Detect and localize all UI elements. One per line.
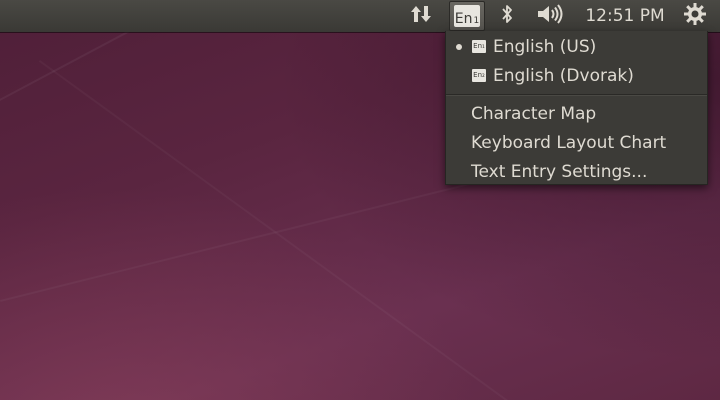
keyboard-layout-menu: En₁ English (US) En₂ English (Dvorak) Ch… — [445, 31, 708, 185]
session-indicator[interactable] — [679, 0, 711, 32]
keyboard-layout-icon: En 1 — [454, 5, 480, 27]
menu-item-keyboard-layout-chart[interactable]: Keyboard Layout Chart — [446, 130, 707, 156]
clock-time: 12:51 PM — [585, 6, 665, 26]
bluetooth-indicator[interactable] — [494, 0, 520, 32]
keyboard-indicator-index: 1 — [473, 16, 480, 26]
sound-indicator[interactable] — [533, 0, 569, 32]
clock-indicator[interactable]: 12:51 PM — [575, 0, 675, 32]
menu-item-text-entry-settings[interactable]: Text Entry Settings... — [446, 159, 707, 185]
keyboard-layout-indicator[interactable]: En 1 — [448, 0, 486, 32]
volume-icon — [536, 3, 566, 29]
menu-item-label: English (US) — [493, 37, 597, 57]
keyboard-indicator-highlight: En 1 — [449, 1, 485, 31]
menu-separator — [446, 94, 707, 95]
menu-item-label: Text Entry Settings... — [471, 162, 648, 182]
wallpaper-streak — [0, 174, 506, 302]
network-indicator[interactable] — [404, 0, 438, 32]
bluetooth-icon — [500, 3, 514, 29]
keyboard-indicator-base: En — [454, 11, 473, 27]
layout-badge-icon: En₂ — [472, 69, 486, 82]
menu-item-character-map[interactable]: Character Map — [446, 101, 707, 127]
menu-item-label: Character Map — [471, 104, 597, 124]
network-transfer-icon — [410, 4, 432, 28]
menu-item-english-dvorak[interactable]: En₂ English (Dvorak) — [446, 63, 707, 89]
menu-item-label: English (Dvorak) — [493, 66, 634, 86]
selected-radio-indicator — [456, 44, 462, 50]
top-panel: En 1 12:51 PM — [0, 0, 720, 32]
menu-item-label: Keyboard Layout Chart — [471, 133, 667, 153]
layout-badge-icon: En₁ — [472, 40, 486, 53]
menu-item-english-us[interactable]: En₁ English (US) — [446, 34, 707, 60]
gear-icon — [683, 2, 707, 30]
